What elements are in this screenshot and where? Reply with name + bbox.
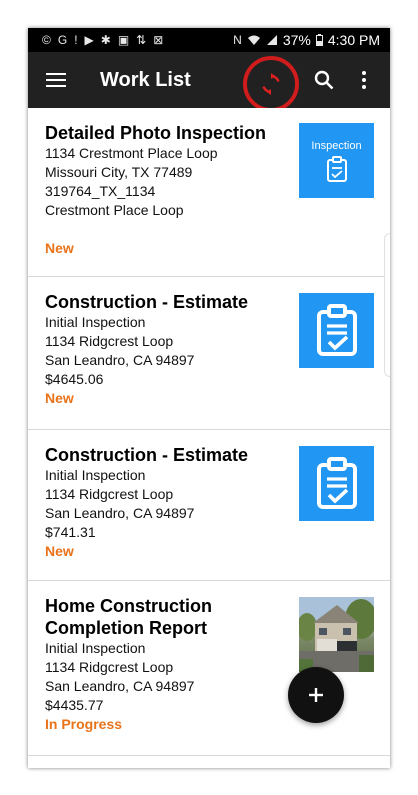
work-item-title: Construction - Estimate xyxy=(45,445,249,465)
work-item-card[interactable]: Home Construction Completion Report Init… xyxy=(28,581,390,756)
nfc-icon: N xyxy=(233,33,242,47)
more-vert-icon xyxy=(362,71,366,75)
notification-icon: ✱ xyxy=(100,33,111,47)
notification-icon: ▶ xyxy=(84,33,94,47)
notification-icon: ! xyxy=(74,33,78,47)
work-item-status: New xyxy=(45,390,74,406)
add-icon xyxy=(309,688,323,702)
work-item-status: New xyxy=(45,543,74,559)
work-list: Detailed Photo Inspection 1134 Crestmont… xyxy=(28,108,390,756)
work-item-title: Construction - Estimate xyxy=(45,292,249,312)
work-item-card[interactable]: Detailed Photo Inspection 1134 Crestmont… xyxy=(28,108,390,277)
work-item-amount: $4645.06 xyxy=(45,371,104,387)
work-item-card[interactable]: Construction - Estimate Initial Inspecti… xyxy=(28,277,390,430)
phone-screen: © G ! ▶ ✱ ▣ ⇅ ⊠ N 37% 4:30 PM Work List … xyxy=(28,28,390,768)
search-icon xyxy=(314,70,334,90)
wifi-icon xyxy=(247,35,260,45)
work-item-street: Crestmont Place Loop xyxy=(45,202,184,218)
battery-percent: 37% xyxy=(282,32,311,48)
battery-icon xyxy=(315,34,323,46)
sync-button[interactable] xyxy=(243,56,299,112)
thumbnail-label: Inspection xyxy=(311,139,362,152)
notification-icon: ⇅ xyxy=(136,33,147,47)
sync-icon xyxy=(262,73,280,95)
notification-icon: ⊠ xyxy=(153,33,164,47)
work-item-status: New xyxy=(45,240,74,256)
notification-icon: ▣ xyxy=(117,33,130,47)
system-icons: N 37% 4:30 PM xyxy=(233,32,380,48)
house-photo-thumbnail xyxy=(299,597,374,672)
clipboard-thumbnail xyxy=(299,293,374,368)
signal-icon xyxy=(266,35,277,45)
clipboard-icon xyxy=(316,303,357,356)
clipboard-icon xyxy=(316,456,357,509)
hamburger-menu-icon[interactable] xyxy=(28,52,84,108)
clipboard-icon xyxy=(326,155,347,182)
notification-icon: G xyxy=(57,33,68,47)
more-options-button[interactable] xyxy=(354,66,374,94)
work-item-title: Detailed Photo Inspection xyxy=(45,123,267,143)
house-photo xyxy=(299,597,374,672)
app-bar: Work List xyxy=(28,52,390,112)
notification-icons: © G ! ▶ ✱ ▣ ⇅ ⊠ xyxy=(42,33,163,47)
search-button[interactable] xyxy=(310,66,338,94)
work-item-amount: $741.31 xyxy=(45,524,96,540)
work-item-card[interactable]: Construction - Estimate Initial Inspecti… xyxy=(28,430,390,581)
notification-icon: © xyxy=(42,33,51,47)
status-bar: © G ! ▶ ✱ ▣ ⇅ ⊠ N 37% 4:30 PM xyxy=(28,28,390,52)
clipboard-thumbnail xyxy=(299,446,374,521)
scroll-indicator[interactable] xyxy=(384,233,390,377)
inspection-thumbnail: Inspection xyxy=(299,123,374,198)
add-work-item-button[interactable] xyxy=(288,667,344,723)
work-item-title: Home Construction Completion Report xyxy=(45,596,213,638)
clock: 4:30 PM xyxy=(327,32,380,48)
